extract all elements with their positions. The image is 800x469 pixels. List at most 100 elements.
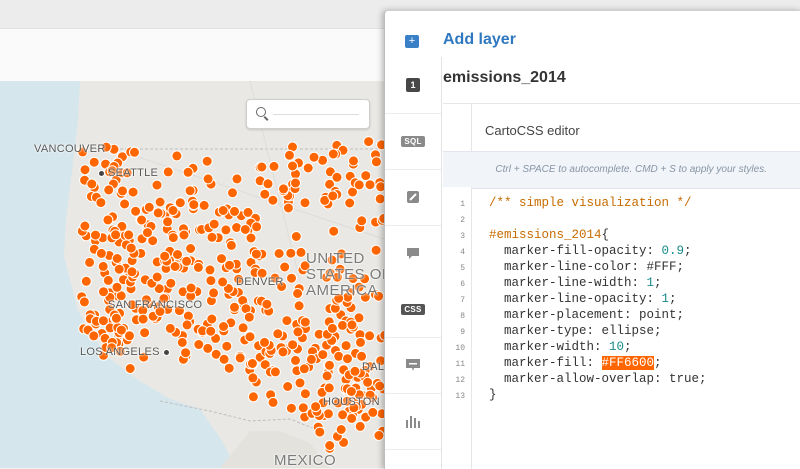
map-marker[interactable] xyxy=(327,148,339,160)
map-marker[interactable] xyxy=(180,347,192,359)
map-marker[interactable] xyxy=(102,214,114,226)
map-marker[interactable] xyxy=(261,298,273,310)
map-marker[interactable] xyxy=(328,225,340,237)
map-marker[interactable] xyxy=(326,322,338,334)
map-marker[interactable] xyxy=(237,322,249,334)
map-marker[interactable] xyxy=(269,366,281,378)
map-marker[interactable] xyxy=(129,146,140,158)
map-marker[interactable] xyxy=(327,190,339,202)
map-marker[interactable] xyxy=(353,179,365,191)
map-marker[interactable] xyxy=(250,248,262,260)
map-marker[interactable] xyxy=(331,171,343,183)
map-marker[interactable] xyxy=(282,381,294,392)
color-swatch-value[interactable]: #FF6600 xyxy=(601,356,655,370)
map-marker[interactable] xyxy=(297,402,309,414)
map-marker[interactable] xyxy=(308,151,320,163)
map-marker[interactable] xyxy=(360,170,372,182)
map-marker[interactable] xyxy=(182,166,194,178)
map-marker[interactable] xyxy=(151,179,163,191)
map-marker[interactable] xyxy=(302,162,314,174)
map-marker[interactable] xyxy=(167,205,179,216)
map-marker[interactable] xyxy=(79,220,91,232)
map-marker[interactable] xyxy=(279,261,291,273)
map-marker[interactable] xyxy=(208,287,220,299)
map-marker[interactable] xyxy=(225,239,237,251)
map-marker[interactable] xyxy=(239,224,251,235)
map-marker[interactable] xyxy=(321,370,333,382)
map-marker[interactable] xyxy=(151,271,163,283)
map-marker[interactable] xyxy=(204,264,216,276)
map-marker[interactable] xyxy=(201,155,213,167)
map-search-input[interactable] xyxy=(273,114,359,115)
map-marker[interactable] xyxy=(251,221,263,233)
map-marker[interactable] xyxy=(287,339,299,351)
map-marker[interactable] xyxy=(152,207,164,219)
map-search-box[interactable] xyxy=(246,99,370,129)
map-marker[interactable] xyxy=(117,185,128,197)
map-marker[interactable] xyxy=(171,150,183,162)
map-marker[interactable] xyxy=(110,229,122,241)
map-marker[interactable] xyxy=(345,386,357,397)
map-marker[interactable] xyxy=(337,319,348,331)
map-marker[interactable] xyxy=(88,156,100,168)
map-marker[interactable] xyxy=(90,229,101,241)
map-marker[interactable] xyxy=(287,160,298,172)
rail-item-wizard[interactable] xyxy=(385,169,441,226)
map-marker[interactable] xyxy=(295,246,307,258)
map-marker[interactable] xyxy=(244,331,256,343)
map-marker[interactable] xyxy=(243,311,255,323)
map-marker[interactable] xyxy=(124,363,136,374)
rail-item-filters[interactable] xyxy=(385,393,441,450)
map-marker[interactable] xyxy=(349,365,361,377)
map-marker[interactable] xyxy=(363,136,375,148)
map-marker[interactable] xyxy=(273,248,285,259)
rail-item-layer-index[interactable]: 1 xyxy=(385,57,441,114)
map-marker[interactable] xyxy=(205,325,217,337)
map-marker[interactable] xyxy=(355,336,366,348)
add-layer-button[interactable]: Add layer xyxy=(443,31,516,49)
map-marker[interactable] xyxy=(362,376,374,388)
map-marker[interactable] xyxy=(337,409,349,421)
map-marker[interactable] xyxy=(217,205,229,216)
map-marker[interactable] xyxy=(348,155,359,167)
map-marker[interactable] xyxy=(299,197,311,209)
map-marker[interactable] xyxy=(305,353,317,365)
map-marker[interactable] xyxy=(262,178,274,190)
map-marker[interactable] xyxy=(162,216,174,228)
map-marker[interactable] xyxy=(310,401,322,413)
map-marker[interactable] xyxy=(159,250,171,262)
map-marker[interactable] xyxy=(286,272,297,284)
map-marker[interactable] xyxy=(154,196,166,208)
map-marker[interactable] xyxy=(182,310,194,322)
map-marker[interactable] xyxy=(324,440,336,451)
map-marker[interactable] xyxy=(224,259,235,271)
map-marker[interactable] xyxy=(314,426,326,438)
map-marker[interactable] xyxy=(367,406,379,418)
map-marker[interactable] xyxy=(290,354,301,366)
map-marker[interactable] xyxy=(202,173,214,185)
map-marker[interactable] xyxy=(323,382,335,394)
map-marker[interactable] xyxy=(95,247,107,259)
map-marker[interactable] xyxy=(246,358,258,369)
map-marker[interactable] xyxy=(229,301,240,313)
map-marker[interactable] xyxy=(181,255,193,267)
map-marker[interactable] xyxy=(110,312,122,324)
map-marker[interactable] xyxy=(78,296,90,308)
map-marker[interactable] xyxy=(278,183,289,195)
map-marker[interactable] xyxy=(268,160,280,172)
map-marker[interactable] xyxy=(178,229,190,241)
map-marker[interactable] xyxy=(164,322,176,334)
map-marker[interactable] xyxy=(294,377,306,389)
map-marker[interactable] xyxy=(208,218,220,230)
map-marker[interactable] xyxy=(127,186,139,198)
map-marker[interactable] xyxy=(272,328,284,340)
map-marker[interactable] xyxy=(84,256,96,268)
map-marker[interactable] xyxy=(231,173,243,185)
map-marker[interactable] xyxy=(130,205,142,217)
rail-item-legend[interactable] xyxy=(385,337,441,394)
map-marker[interactable] xyxy=(223,362,235,374)
map-marker[interactable] xyxy=(126,266,138,278)
rail-item-css[interactable]: CSS xyxy=(385,281,441,338)
map-marker[interactable] xyxy=(111,281,123,293)
map-marker[interactable] xyxy=(137,313,149,325)
